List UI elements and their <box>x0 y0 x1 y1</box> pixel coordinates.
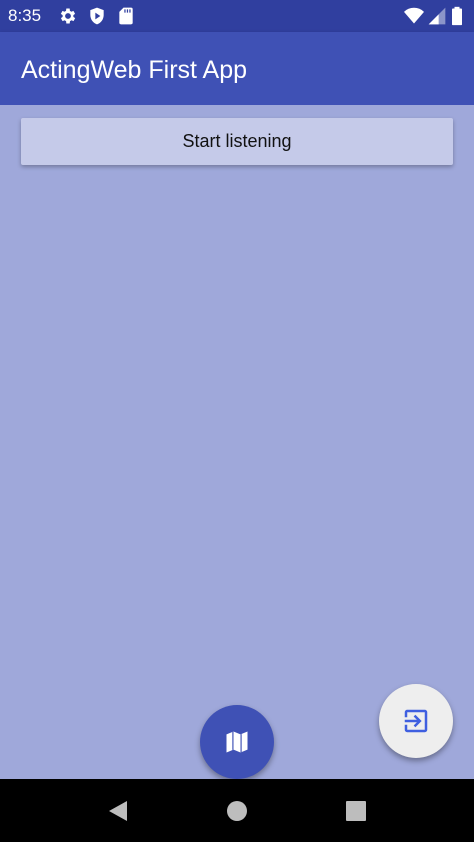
back-icon[interactable] <box>105 798 131 824</box>
map-fab[interactable] <box>200 705 274 779</box>
app-title: ActingWeb First App <box>21 56 248 84</box>
map-icon <box>223 728 251 756</box>
battery-icon <box>450 6 464 26</box>
wifi-icon <box>404 6 424 26</box>
exit-to-app-icon <box>401 706 431 736</box>
status-bar: 8:35 <box>0 0 474 32</box>
signal-icon <box>427 6 447 26</box>
home-icon[interactable] <box>224 798 250 824</box>
shield-play-icon <box>87 6 107 26</box>
start-listening-button[interactable]: Start listening <box>21 118 453 165</box>
gear-icon <box>58 6 78 26</box>
navigation-bar <box>0 779 474 842</box>
status-time: 8:35 <box>8 6 42 25</box>
exit-fab[interactable] <box>379 684 453 758</box>
content-area <box>0 105 474 779</box>
recents-icon[interactable] <box>343 798 369 824</box>
app-bar: ActingWeb First App <box>0 32 474 105</box>
sd-card-icon <box>116 6 136 26</box>
